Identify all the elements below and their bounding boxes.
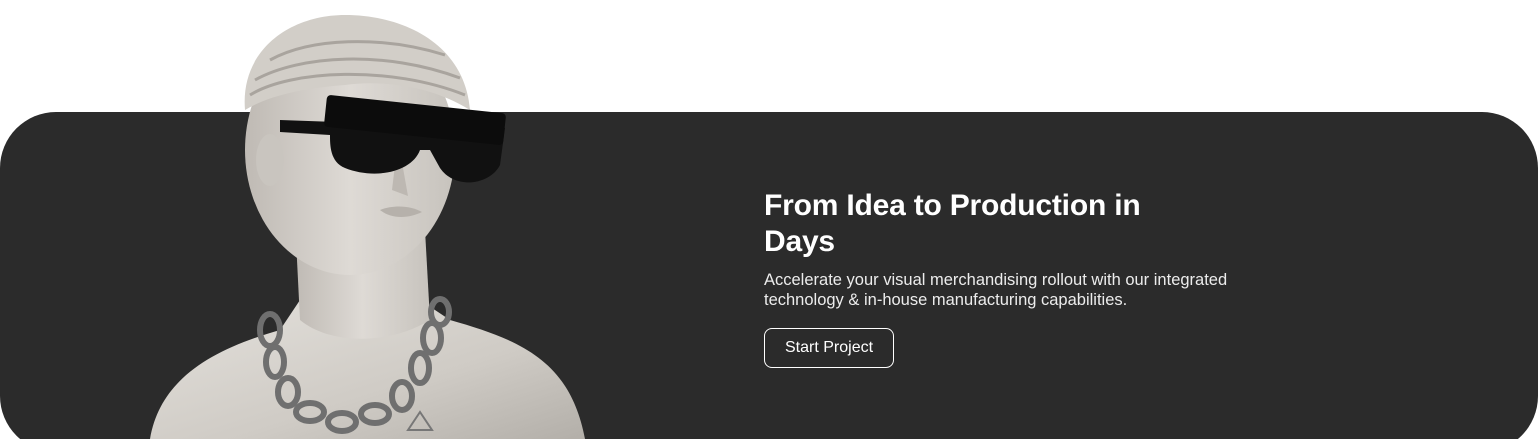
statue-image [130, 0, 610, 439]
hero-headline: From Idea to Production in Days [764, 189, 1141, 258]
hero-section: From Idea to Production in Days Accelera… [0, 0, 1538, 439]
start-project-button[interactable]: Start Project [764, 328, 895, 368]
hero-subtext: Accelerate your visual merchandising rol… [764, 271, 1228, 309]
hero-content: From Idea to Production in Days Accelera… [764, 188, 1284, 368]
